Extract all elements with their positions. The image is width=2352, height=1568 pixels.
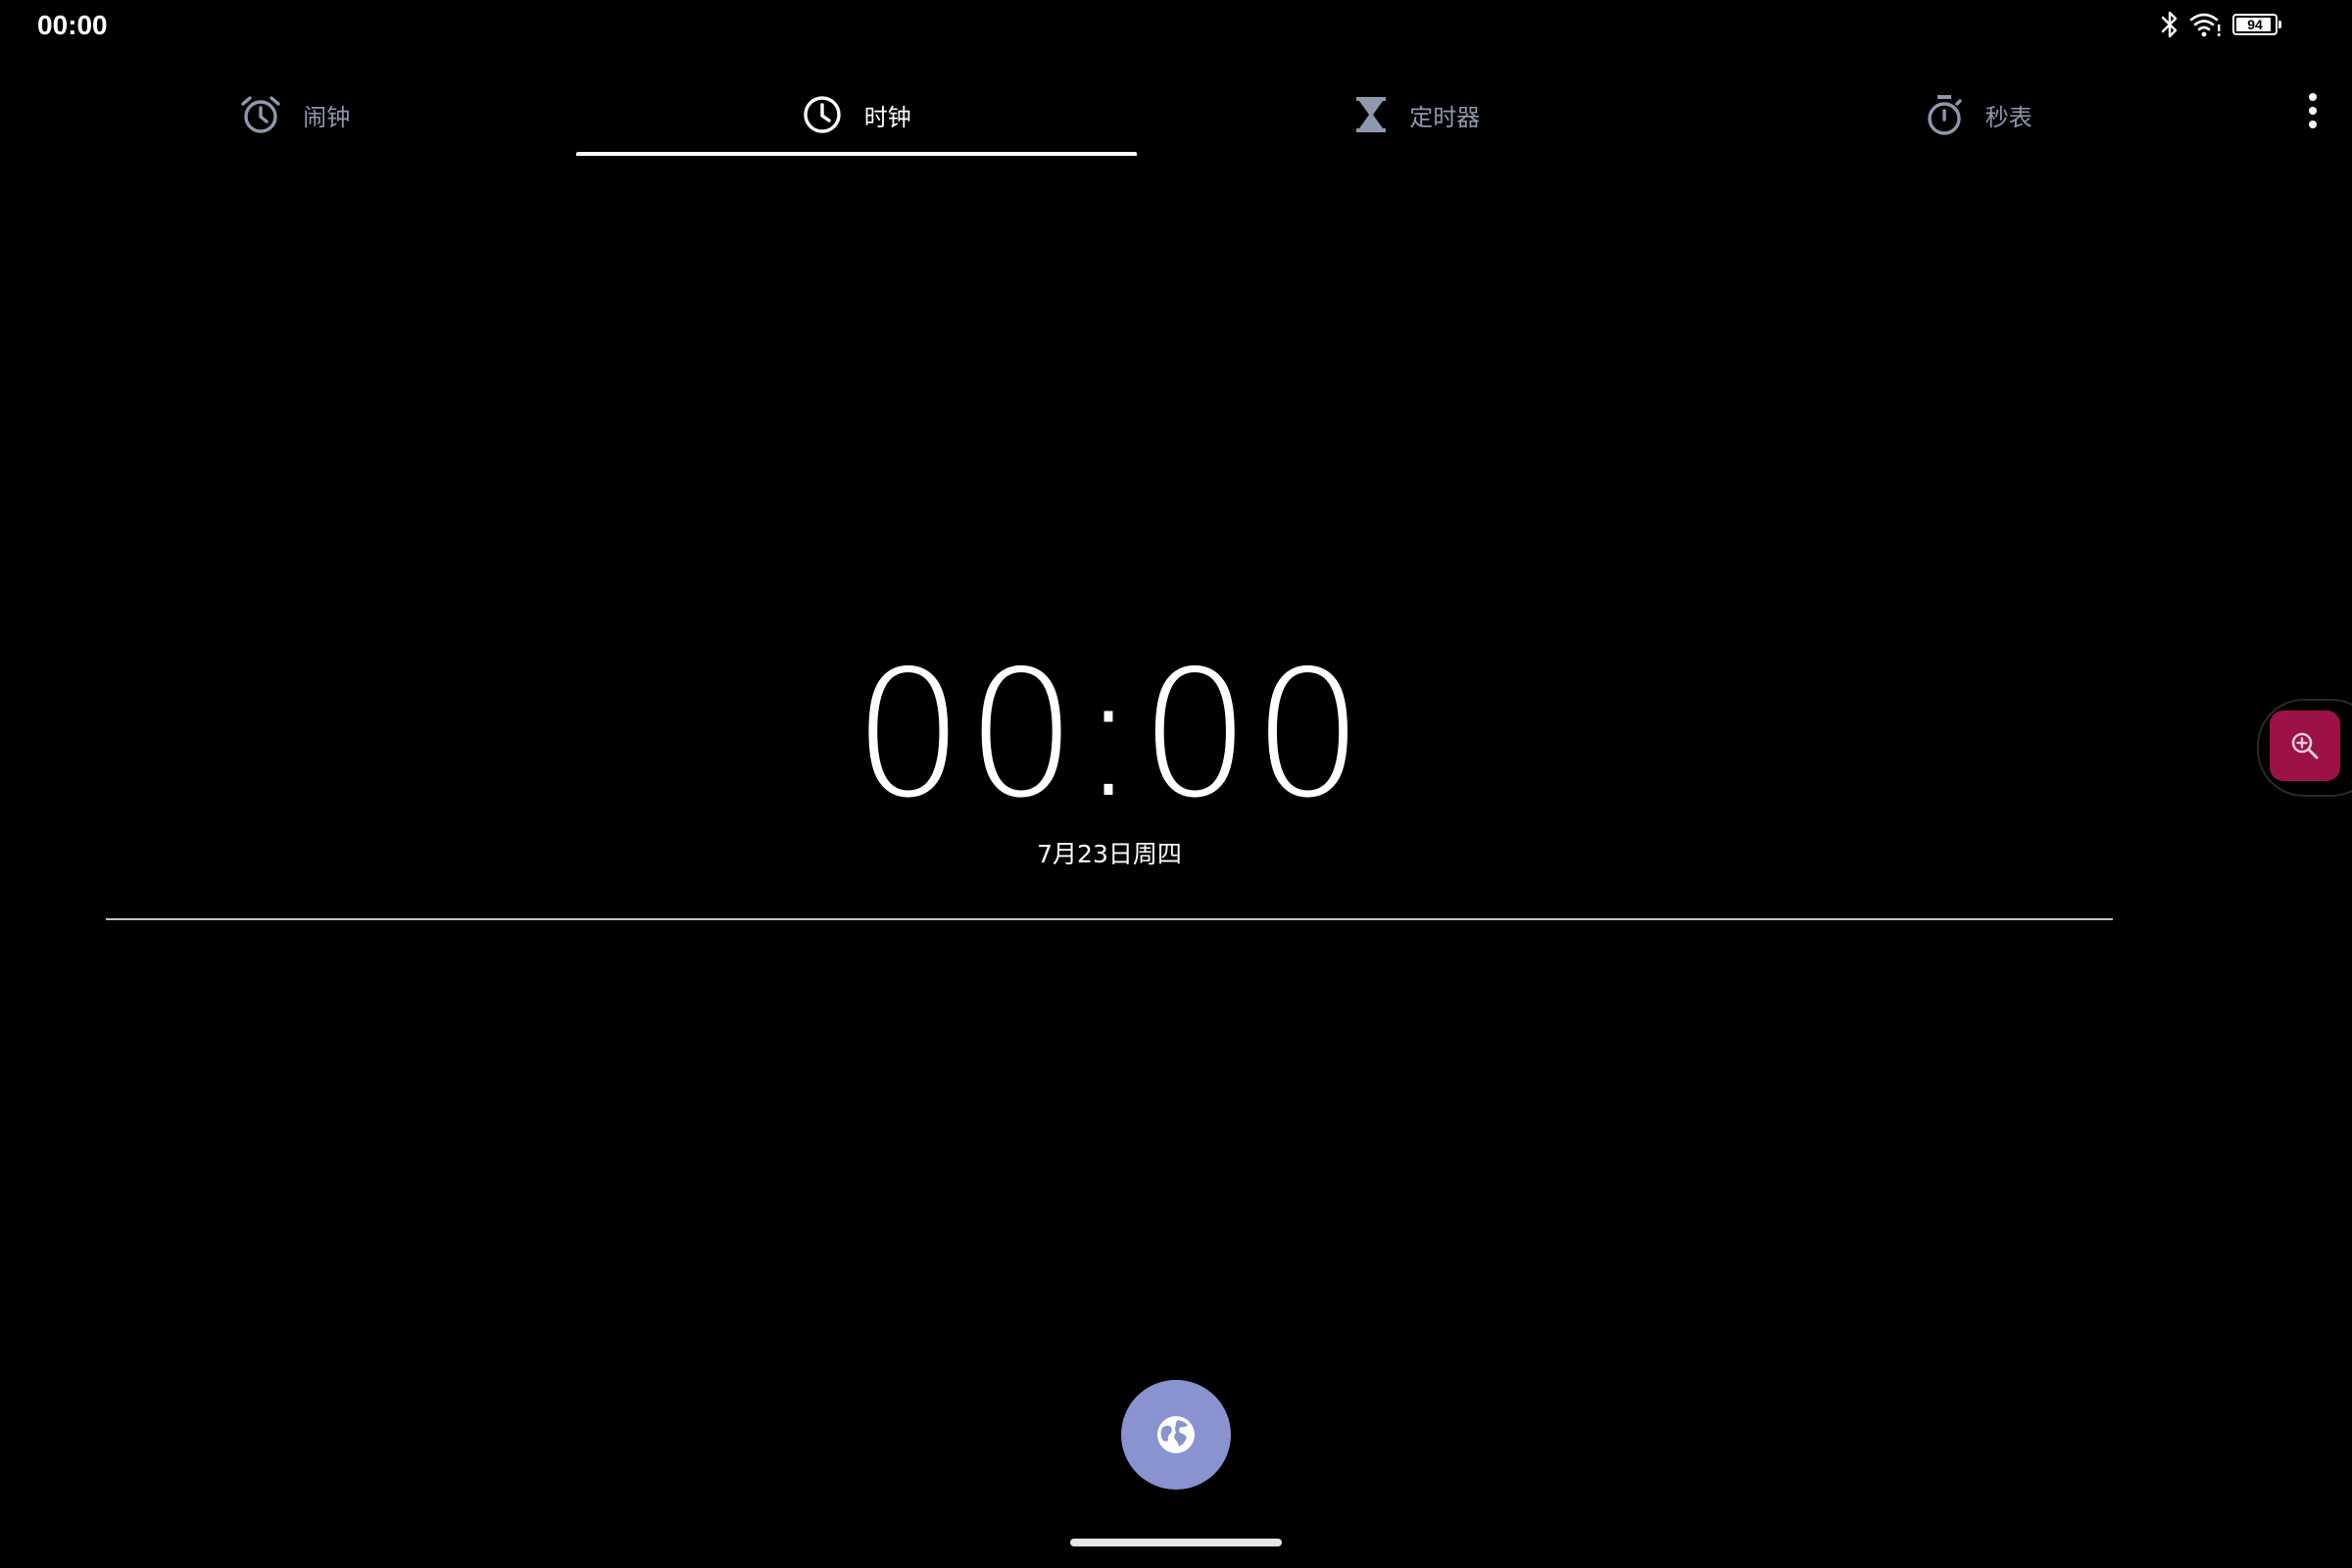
battery-level: 94 [2247, 17, 2263, 32]
add-city-button[interactable] [1121, 1380, 1231, 1490]
wifi-icon [2189, 13, 2221, 37]
battery-icon: 94 [2232, 14, 2281, 35]
bluetooth-icon [2161, 11, 2178, 38]
clock-date: 7月23日周四 [1037, 840, 1182, 868]
digital-clock-time: 00:00 [853, 633, 1366, 836]
divider [106, 918, 2113, 920]
stopwatch-icon [1928, 95, 1962, 135]
hourglass-icon [1356, 97, 1387, 132]
clock-app-screen: 00:00 94 闹钟 时钟 定时器 秒表 00:00 7月23日周四 [0, 0, 2352, 1568]
tab-timer[interactable]: 定时器 [1137, 74, 1698, 156]
tab-stopwatch[interactable]: 秒表 [1698, 74, 2260, 156]
home-gesture-bar[interactable] [1070, 1539, 1282, 1546]
zoom-in-button[interactable] [2270, 710, 2340, 781]
tab-alarm[interactable]: 闹钟 [15, 74, 576, 156]
active-tab-indicator [575, 152, 1137, 156]
zoom-in-icon [2291, 732, 2319, 760]
more-vertical-icon[interactable] [2293, 86, 2332, 135]
tab-bar: 闹钟 时钟 定时器 秒表 [15, 74, 2259, 156]
alarm-clock-icon [241, 96, 280, 133]
globe-icon [1157, 1416, 1195, 1453]
tab-stopwatch-label: 秒表 [1984, 103, 2033, 131]
clock-icon [804, 96, 841, 133]
tab-timer-label: 定时器 [1409, 103, 1481, 131]
tab-clock[interactable]: 时钟 [575, 74, 1137, 156]
tab-alarm-label: 闹钟 [303, 103, 351, 131]
tab-clock-label: 时钟 [863, 103, 911, 131]
status-bar-icons: 94 [2160, 8, 2281, 41]
status-bar-time: 00:00 [37, 10, 108, 40]
